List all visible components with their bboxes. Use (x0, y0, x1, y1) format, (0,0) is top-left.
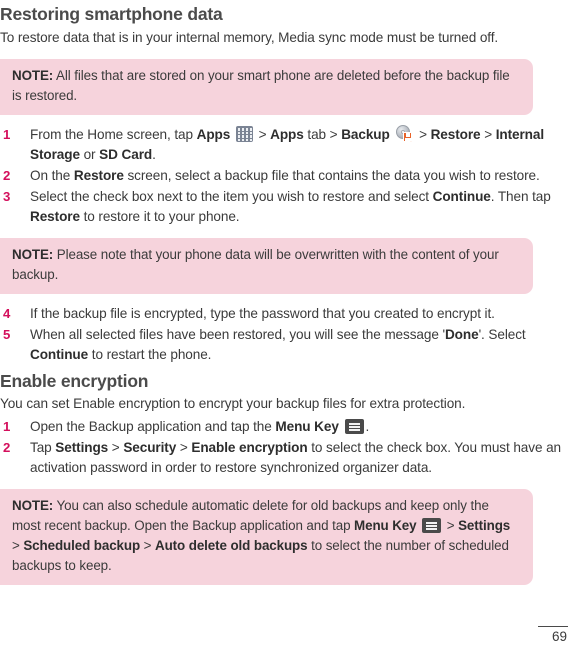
note-text: All files that are stored on your smart … (12, 68, 510, 103)
note-box-3: NOTE: You can also schedule automatic de… (0, 489, 533, 585)
menu-key-icon (422, 518, 442, 533)
step-bold-apps-tab: Apps (270, 127, 304, 142)
step-text-part: Tap (30, 440, 56, 455)
step-number: 1 (3, 419, 11, 434)
step-bold-continue: Continue (432, 189, 491, 204)
note-bold-auto-delete: Auto delete old backups (155, 538, 308, 553)
note-text-part: > (443, 518, 459, 533)
note-text: Please note that your phone data will be… (12, 247, 499, 282)
step-text-part: to restart the phone. (88, 347, 212, 362)
step-text-part: If the backup file is encrypted, type th… (30, 306, 495, 321)
step-bold-enable-encryption: Enable encryption (191, 440, 308, 455)
document-page: Restoring smartphone data To restore dat… (0, 0, 580, 652)
step-text-part: to restore it to your phone. (79, 209, 240, 224)
apps-grid-icon (235, 126, 253, 142)
step-number: 2 (3, 168, 11, 183)
section-heading-enable-encryption: Enable encryption (0, 371, 149, 391)
intro-paragraph-restore: To restore data that is in your internal… (0, 30, 499, 45)
step-bold-menu-key: Menu Key (275, 419, 339, 434)
step-text-part: Open the Backup application and tap the (30, 419, 276, 434)
note-bold-menu-key: Menu Key (354, 518, 417, 533)
step-text-part: . (365, 419, 370, 434)
step-text-part: > (415, 127, 431, 142)
list-item: 1 From the Home screen, tap Apps > Apps … (0, 125, 580, 165)
step-text-part: . (152, 147, 156, 162)
step-text-part: > (176, 440, 192, 455)
step-bold-apps: Apps (196, 127, 231, 142)
step-number: 5 (3, 327, 11, 342)
footer-rule (538, 626, 568, 627)
step-number: 4 (3, 306, 11, 321)
step-text-part: > (254, 127, 271, 142)
step-text-part: '. Select (478, 327, 526, 342)
list-item: 3 Select the check box next to the item … (0, 187, 580, 227)
list-item: 2 On the Restore screen, select a backup… (0, 166, 580, 186)
note-label: NOTE: (12, 498, 54, 513)
note-box-1: NOTE: All files that are stored on your … (0, 59, 533, 115)
intro-paragraph-encryption: You can set Enable encryption to encrypt… (0, 396, 466, 411)
step-bold-settings: Settings (55, 440, 109, 455)
step-bold-backup: Backup (341, 127, 390, 142)
page-title: Restoring smartphone data (0, 4, 223, 24)
note-text-part: You can also schedule automatic delete f… (12, 498, 489, 533)
step-text-part: On the (30, 168, 74, 183)
step-text-part: screen, select a backup file that contai… (123, 168, 540, 183)
step-bold-restore: Restore (73, 168, 124, 183)
step-text-part: . Then tap (490, 189, 551, 204)
step-text-part: > (108, 440, 124, 455)
step-number: 2 (3, 440, 11, 455)
encryption-steps-list: 1 Open the Backup application and tap th… (0, 417, 580, 478)
page-footer: 69 (522, 626, 568, 644)
note-box-2: NOTE: Please note that your phone data w… (0, 238, 533, 294)
note-label: NOTE: (12, 68, 54, 83)
step-number: 3 (3, 189, 11, 204)
step-number: 1 (3, 127, 11, 142)
step-bold-restore: Restore (430, 127, 481, 142)
step-bold-sd-card: SD Card (99, 147, 153, 162)
step-text-part: Select the check box next to the item yo… (30, 189, 433, 204)
backup-disk-icon (395, 125, 414, 142)
page-number: 69 (551, 629, 567, 644)
list-item: 2 Tap Settings > Security > Enable encry… (0, 438, 580, 478)
list-item: 1 Open the Backup application and tap th… (0, 417, 580, 437)
step-text-part: When all selected files have been restor… (30, 327, 445, 342)
list-item: 4 If the backup file is encrypted, type … (0, 304, 580, 324)
note-text-part: > (140, 538, 156, 553)
step-text-part: tab > (303, 127, 342, 142)
menu-key-icon (344, 419, 364, 434)
step-text-part: From the Home screen, tap (30, 127, 197, 142)
step-bold-restore: Restore (30, 209, 80, 224)
note-label: NOTE: (12, 247, 54, 262)
list-item: 5 When all selected files have been rest… (0, 325, 580, 365)
step-bold-done: Done (444, 327, 479, 342)
step-text-part: or (79, 147, 100, 162)
restore-steps-list-continued: 4 If the backup file is encrypted, type … (0, 304, 580, 365)
step-bold-continue: Continue (30, 347, 89, 362)
note-bold-settings: Settings (458, 518, 511, 533)
note-bold-scheduled-backup: Scheduled backup (23, 538, 141, 553)
restore-steps-list: 1 From the Home screen, tap Apps > Apps … (0, 125, 580, 227)
note-text-part: > (12, 538, 24, 553)
step-text-part: > (480, 127, 496, 142)
step-bold-security: Security (123, 440, 177, 455)
